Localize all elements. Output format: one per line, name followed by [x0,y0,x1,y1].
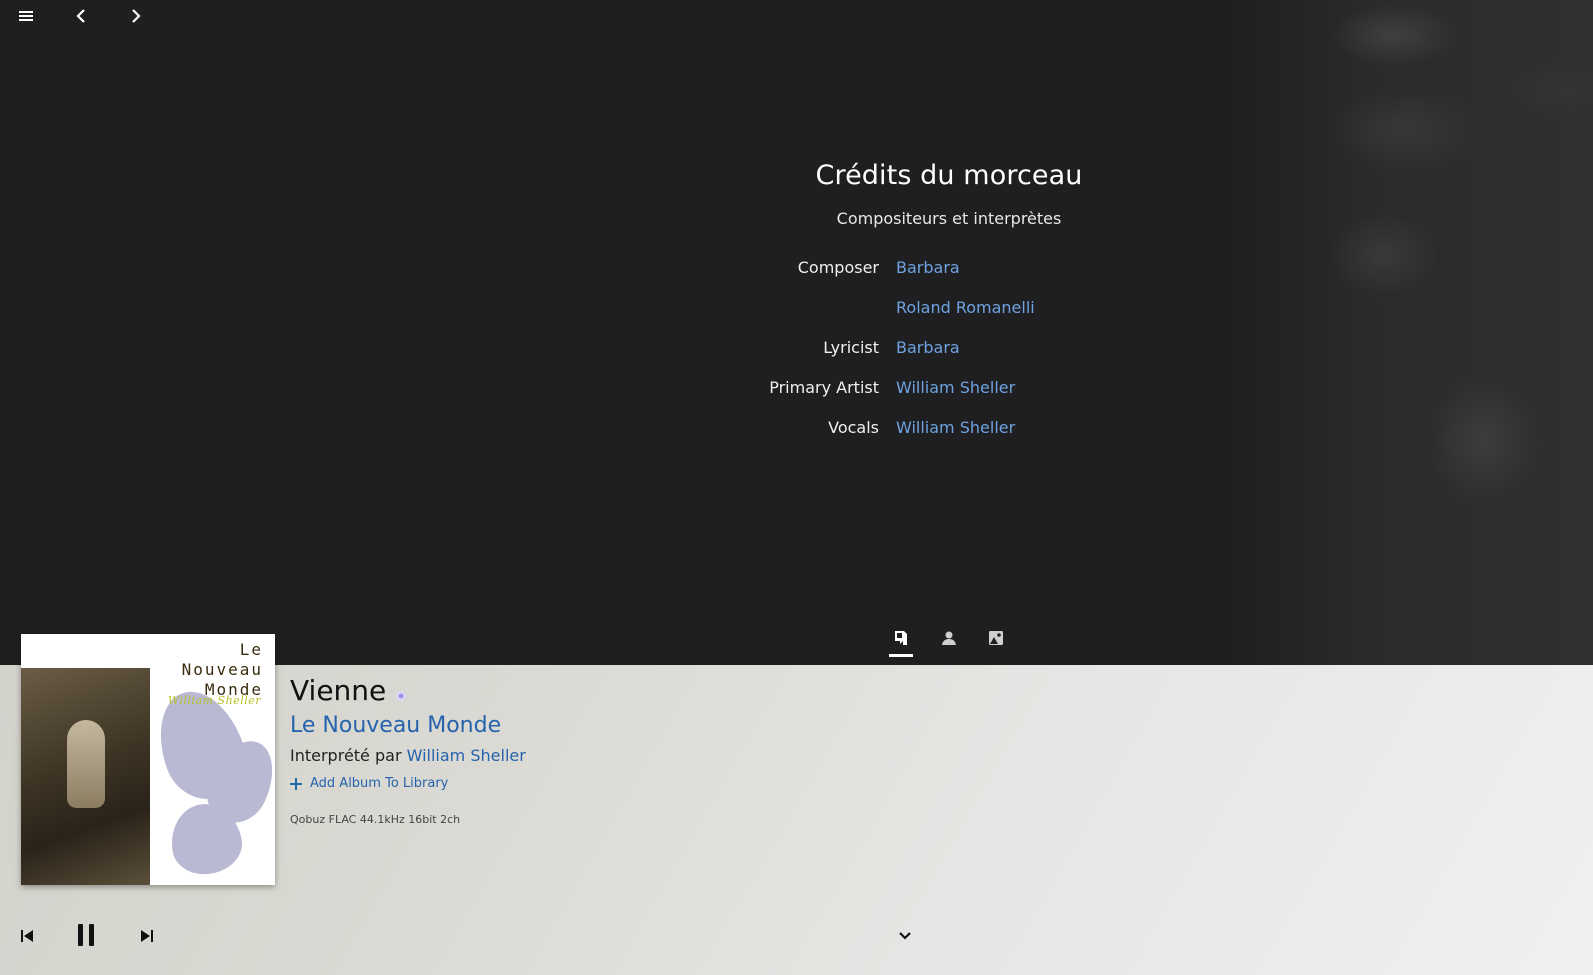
credit-role: Lyricist [823,338,879,357]
hamburger-icon[interactable] [12,4,40,28]
credits-subtitle: Compositeurs et interprètes [836,209,1062,228]
credits-title: Crédits du morceau [815,160,1083,191]
plus-icon [290,777,302,790]
credit-name-link[interactable]: Barbara [896,258,960,277]
hires-badge-icon [393,688,409,708]
performed-by: Interprété par William Sheller [290,746,526,765]
credit-row: Roland Romanelli [0,298,1593,324]
credit-role: Primary Artist [769,378,879,397]
lyrics-icon [895,631,907,645]
album-cover[interactable]: Le Nouveau Monde William Sheller [21,634,275,885]
chevron-left-icon[interactable] [67,4,95,28]
credits-section: Crédits du morceau Compositeurs et inter… [0,160,1593,228]
pause-icon[interactable] [72,920,100,950]
top-nav [0,0,200,32]
credit-row: Primary Artist William Sheller [0,378,1593,404]
chevron-down-icon[interactable] [893,924,917,948]
stream-quality: Qobuz FLAC 44.1kHz 16bit 2ch [290,813,461,826]
track-title: Vienne [290,674,387,707]
artist-icon [942,631,956,645]
credit-row: Composer Barbara [0,258,1593,284]
skip-previous-icon[interactable] [15,924,39,948]
credit-role: Composer [797,258,879,277]
cover-photo [21,668,150,885]
chevron-right-icon[interactable] [122,4,150,28]
credit-name-link[interactable]: Roland Romanelli [896,298,1035,317]
credit-name-link[interactable]: William Sheller [896,418,1015,437]
add-album-button[interactable]: Add Album To Library [290,776,448,791]
cover-artist: William Sheller [167,694,261,707]
credit-name-link[interactable]: William Sheller [896,378,1015,397]
album-link[interactable]: Le Nouveau Monde [290,713,501,738]
blurred-artist-backdrop [1233,0,1593,665]
skip-next-icon[interactable] [135,924,159,948]
tab-artist[interactable] [936,623,962,653]
tab-lyrics[interactable] [888,623,914,653]
artist-link[interactable]: William Sheller [407,746,526,765]
cover-title: Le Nouveau Monde [181,640,263,699]
artwork-icon [989,631,1003,645]
credit-role: Vocals [828,418,879,437]
credit-name-link[interactable]: Barbara [896,338,960,357]
credit-row: Vocals William Sheller [0,418,1593,444]
credit-row: Lyricist Barbara [0,338,1593,364]
active-tab-indicator [889,654,913,657]
performed-prefix: Interprété par [290,746,402,765]
tab-artwork[interactable] [983,623,1009,653]
add-album-label: Add Album To Library [310,776,449,791]
